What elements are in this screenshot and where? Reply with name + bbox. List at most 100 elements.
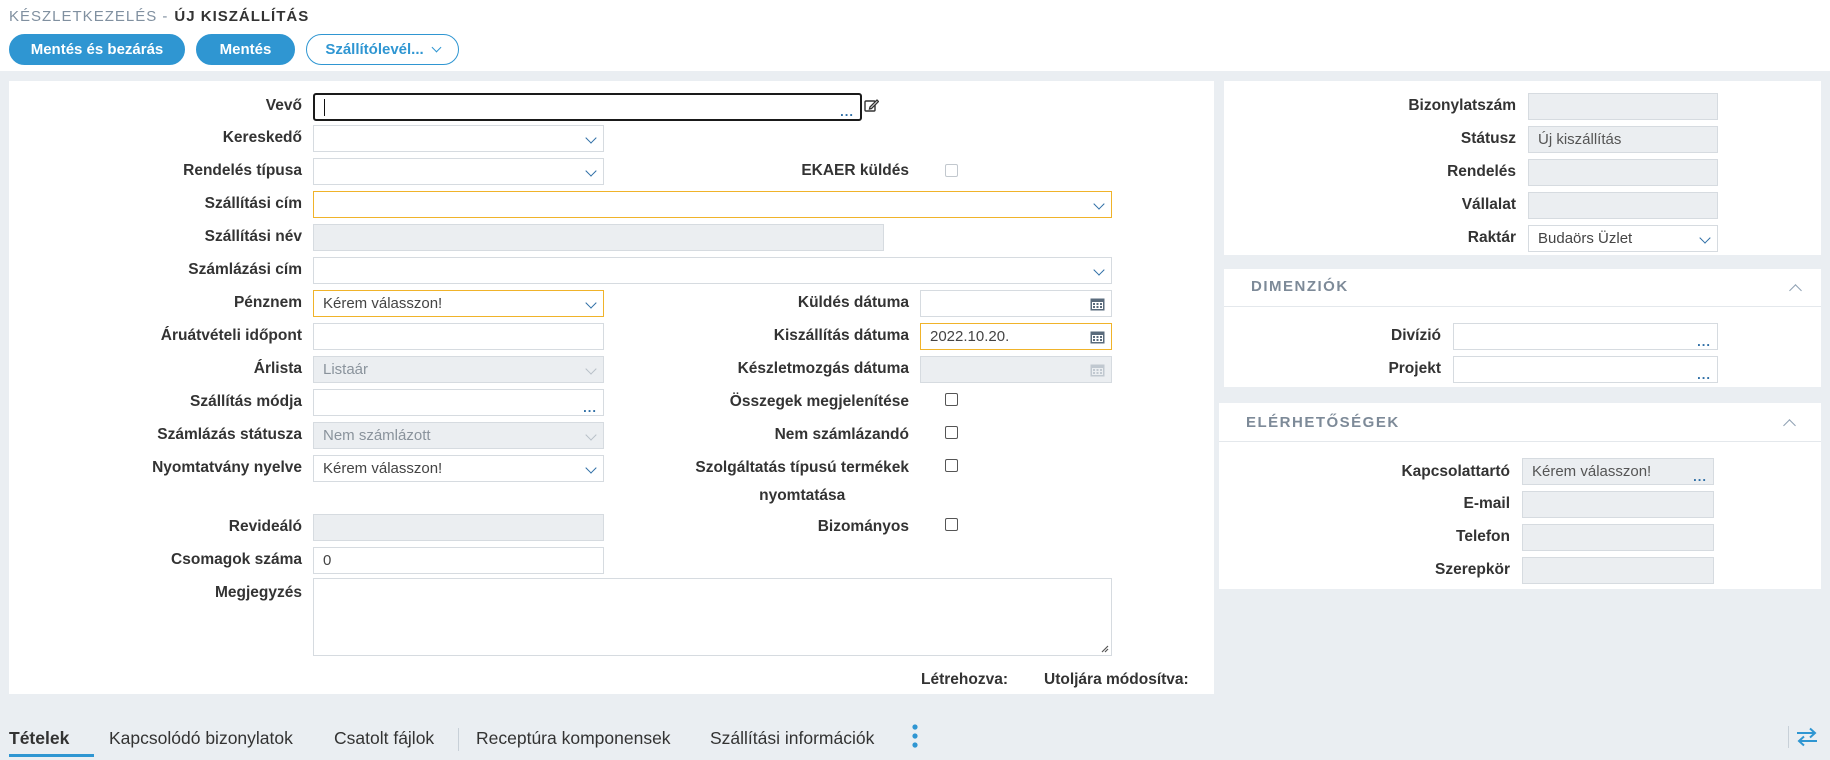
price-list-label: Árlista	[253, 360, 302, 377]
delivery-date-input[interactable]: 2022.10.20.	[920, 323, 1112, 350]
shipping-method-label: Szállítás módja	[190, 393, 302, 410]
more-options-icon[interactable]: ...	[583, 401, 597, 414]
more-options-icon[interactable]: ...	[1697, 335, 1711, 348]
save-button[interactable]: Mentés	[196, 34, 295, 65]
contact-person-label: Kapcsolattartó	[1401, 463, 1510, 480]
show-amounts-label: Összegek megjelenítése	[729, 393, 909, 410]
text-cursor	[324, 98, 325, 116]
dealer-label: Kereskedő	[222, 129, 302, 146]
shipping-address-label: Szállítási cím	[204, 195, 302, 212]
dimensions-title: DIMENZIÓK	[1251, 278, 1349, 295]
order-label: Rendelés	[1447, 163, 1516, 180]
send-date-label: Küldés dátuma	[797, 294, 909, 311]
print-language-select[interactable]: Kérem válasszon!	[313, 455, 604, 482]
delivery-date-label: Kiszállítás dátuma	[773, 327, 909, 344]
order-type-label: Rendelés típusa	[183, 162, 302, 179]
more-options-icon[interactable]: ...	[1697, 368, 1711, 381]
ekaer-label: EKAER küldés	[801, 162, 909, 179]
more-options-icon[interactable]: ...	[840, 105, 854, 118]
warehouse-value: Budaörs Üzlet	[1538, 230, 1633, 247]
calendar-icon[interactable]	[1090, 297, 1105, 311]
edit-icon[interactable]	[864, 98, 879, 113]
divider	[1788, 726, 1789, 748]
delivery-note-dropdown-button[interactable]: Szállítólevél...	[306, 34, 459, 65]
order-type-select[interactable]	[313, 158, 604, 185]
email-field	[1522, 491, 1714, 518]
tab-items[interactable]: Tételek	[9, 728, 69, 749]
stock-movement-date-input	[920, 356, 1112, 383]
status-label: Státusz	[1460, 130, 1516, 147]
company-input	[1528, 192, 1718, 219]
tab-related-documents[interactable]: Kapcsolódó bizonylatok	[109, 728, 293, 749]
phone-label: Telefon	[1456, 528, 1510, 545]
package-count-input[interactable]: 0	[313, 547, 604, 574]
consignment-label: Bizományos	[817, 518, 909, 535]
shipping-address-select[interactable]	[313, 191, 1112, 218]
tab-divider	[458, 728, 459, 751]
dealer-select[interactable]	[313, 125, 604, 152]
warehouse-label: Raktár	[1467, 229, 1516, 246]
status-input: Új kiszállítás	[1528, 126, 1718, 153]
save-and-close-button[interactable]: Mentés és bezárás	[9, 34, 185, 65]
reviewer-input	[313, 514, 604, 541]
goods-receipt-time-input[interactable]	[313, 323, 604, 350]
chevron-down-icon	[585, 462, 597, 474]
print-service-products-checkbox[interactable]	[945, 459, 958, 472]
project-input[interactable]: ...	[1453, 356, 1718, 383]
billing-status-label: Számlázás státusza	[157, 426, 302, 443]
print-service-products-label-line2: nyomtatása	[759, 487, 846, 504]
contact-person-select[interactable]: Kérem válasszon!...	[1522, 458, 1714, 485]
tab-shipping-info[interactable]: Szállítási információk	[710, 728, 874, 749]
document-number-label: Bizonylatszám	[1408, 97, 1516, 114]
divider	[1219, 441, 1821, 442]
company-label: Vállalat	[1461, 196, 1516, 213]
price-list-value: Listaár	[323, 361, 369, 378]
project-label: Projekt	[1388, 360, 1441, 377]
contact-person-value: Kérem válasszon!	[1532, 463, 1652, 480]
phone-field	[1522, 524, 1714, 551]
more-options-icon[interactable]: ...	[1693, 470, 1707, 483]
shipping-name-label: Szállítási név	[204, 228, 302, 245]
print-service-products-label-line1: Szolgáltatás típusú termékek	[695, 459, 909, 476]
currency-select[interactable]: Kérem válasszon!	[313, 290, 604, 317]
send-date-input[interactable]	[920, 290, 1112, 317]
chevron-down-icon	[585, 429, 597, 441]
not-billable-checkbox[interactable]	[945, 426, 958, 439]
ekaer-checkbox[interactable]	[945, 164, 958, 177]
goods-receipt-time-label: Áruátvételi időpont	[160, 327, 302, 344]
division-input[interactable]: ...	[1453, 323, 1718, 350]
note-textarea[interactable]	[313, 578, 1112, 656]
document-number-input	[1528, 93, 1718, 120]
calendar-icon[interactable]	[1090, 330, 1105, 344]
breadcrumb: KÉSZLETKEZELÉS - ÚJ KISZÁLLÍTÁS	[9, 8, 309, 25]
chevron-down-icon	[1093, 264, 1105, 276]
tab-recipe-components[interactable]: Receptúra komponensek	[476, 728, 671, 749]
print-language-label: Nyomtatvány nyelve	[152, 459, 302, 476]
resize-handle-icon[interactable]	[1099, 643, 1109, 653]
shipping-method-input[interactable]: ...	[313, 389, 604, 416]
order-input	[1528, 159, 1718, 186]
customer-input[interactable]: ...	[313, 93, 862, 121]
breadcrumb-parent[interactable]: KÉSZLETKEZELÉS -	[9, 8, 168, 25]
divider	[1224, 306, 1821, 307]
billing-address-select[interactable]	[313, 257, 1112, 284]
not-billable-label: Nem számlázandó	[774, 426, 909, 443]
show-amounts-checkbox[interactable]	[945, 393, 958, 406]
vertical-dots-icon[interactable]	[911, 723, 919, 749]
active-tab-indicator	[9, 754, 94, 757]
chevron-down-icon	[585, 132, 597, 144]
print-service-products-label: Szolgáltatás típusú termékek nyomtatása	[695, 459, 909, 504]
currency-label: Pénznem	[233, 294, 302, 311]
role-field	[1522, 557, 1714, 584]
consignment-checkbox[interactable]	[945, 518, 958, 531]
last-modified-label: Utoljára módosítva:	[1044, 671, 1189, 688]
billing-status-select: Nem számlázott	[313, 422, 604, 449]
contacts-title: ELÉRHETŐSÉGEK	[1246, 414, 1400, 431]
tab-attached-files[interactable]: Csatolt fájlok	[334, 728, 434, 749]
warehouse-select[interactable]: Budaörs Üzlet	[1528, 225, 1718, 252]
billing-status-value: Nem számlázott	[323, 427, 431, 444]
swap-arrows-icon[interactable]	[1795, 727, 1819, 747]
delivery-date-value: 2022.10.20.	[930, 328, 1010, 345]
delivery-note-label: Szállítólevél...	[325, 41, 424, 58]
customer-label: Vevő	[265, 97, 302, 114]
